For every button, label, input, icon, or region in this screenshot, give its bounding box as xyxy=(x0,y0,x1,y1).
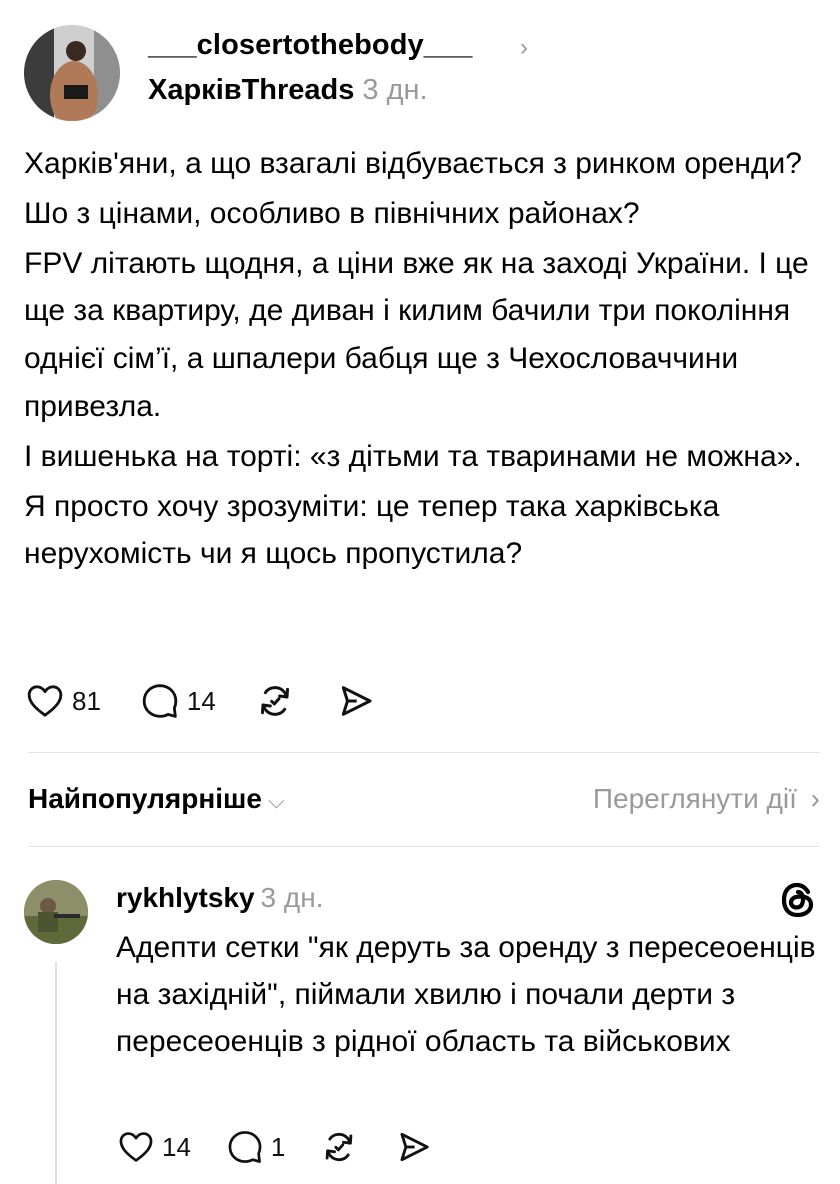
repost-button[interactable] xyxy=(254,681,296,721)
share-button[interactable] xyxy=(393,1128,433,1166)
repost-arrows-icon xyxy=(260,686,289,716)
comment-count: 14 xyxy=(186,685,216,716)
threads-logo-icon xyxy=(778,880,818,925)
avatar-photo xyxy=(24,25,120,121)
chevron-right-icon[interactable]: › xyxy=(520,34,528,62)
heart-icon xyxy=(27,685,63,717)
post-body: Харків'яни, а що взагалі відбувається з … xyxy=(24,140,824,580)
post-paragraph: Шо з цінами, особливо в північних района… xyxy=(24,196,640,230)
view-activity-label: Переглянути дії xyxy=(592,783,797,814)
sort-label: Найпопулярніше xyxy=(28,783,262,814)
reply-username[interactable]: rykhlytsky xyxy=(116,882,255,913)
like-button[interactable]: 81 xyxy=(24,681,101,721)
like-button[interactable]: 14 xyxy=(116,1128,191,1166)
reply-meta: rykhlytsky 3 дн. xyxy=(116,882,323,914)
comment-button[interactable]: 1 xyxy=(225,1128,285,1166)
community-name[interactable]: ХарківThreads xyxy=(148,74,354,106)
repost-button[interactable] xyxy=(319,1128,359,1166)
share-button[interactable] xyxy=(334,681,376,721)
chevron-right-icon: › xyxy=(810,783,820,814)
divider xyxy=(28,846,820,847)
post-paragraph: Я просто хочу зрозуміти: це тепер така х… xyxy=(24,489,720,571)
speech-bubble-icon xyxy=(228,1131,262,1163)
chevron-down-icon: ⌵ xyxy=(267,788,285,813)
author-avatar[interactable] xyxy=(24,25,120,121)
reply-avatar[interactable] xyxy=(24,880,88,944)
heart-icon xyxy=(119,1132,153,1162)
comment-button[interactable]: 14 xyxy=(139,681,216,721)
view-activity-link[interactable]: Переглянути дії › xyxy=(593,783,820,815)
speech-bubble-icon xyxy=(142,684,178,718)
reply-body: Адепти сетки "як деруть за оренду з пере… xyxy=(116,931,816,1058)
avatar-photo xyxy=(24,880,88,944)
divider xyxy=(28,752,820,753)
post-paragraph: FPV літають щодня, а ціни вже як на захо… xyxy=(24,246,809,423)
paper-plane-icon xyxy=(400,1132,430,1162)
comment-count: 1 xyxy=(270,1131,286,1162)
like-count: 81 xyxy=(72,685,101,716)
like-count: 14 xyxy=(162,1131,191,1162)
author-username[interactable]: ___closertothebody___ xyxy=(148,29,472,62)
sort-dropdown[interactable]: Найпопулярніше ⌵ xyxy=(28,783,285,815)
reply-actions: 14 1 xyxy=(116,1122,471,1172)
thread-line xyxy=(55,962,57,1184)
reply-time: 3 дн. xyxy=(260,882,324,913)
post-time: 3 дн. xyxy=(362,74,428,106)
paper-plane-icon xyxy=(341,686,372,716)
post-paragraph: Харків'яни, а що взагалі відбувається з … xyxy=(24,147,802,180)
post-paragraph: І вишенька на торті: «з дітьми та тварин… xyxy=(24,439,802,473)
post-actions: 81 14 xyxy=(24,676,414,726)
post-meta: ХарківThreads 3 дн. xyxy=(148,74,428,107)
repost-arrows-icon xyxy=(326,1132,353,1162)
